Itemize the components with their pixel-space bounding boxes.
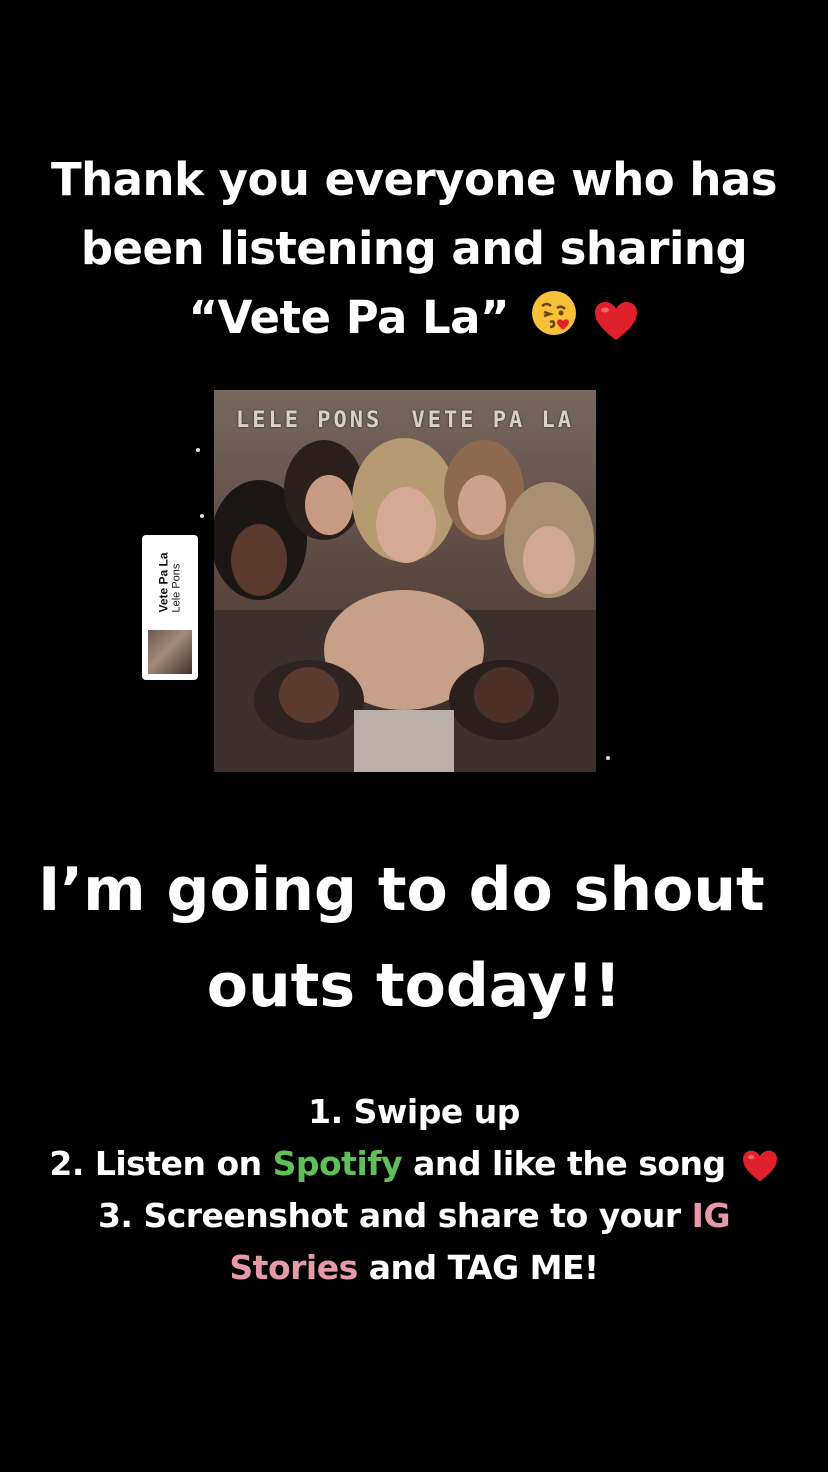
- stories-highlight: Stories: [229, 1248, 358, 1287]
- sticker-artist-name: Lele Pons: [170, 563, 183, 613]
- music-sticker[interactable]: Vete Pa La Lele Pons: [142, 535, 198, 680]
- headline-line-3: “Vete Pa La”: [0, 283, 828, 356]
- kissing-face-icon: [530, 287, 578, 356]
- album-cover-art: [214, 390, 596, 772]
- sticker-album-thumbnail: [148, 630, 192, 674]
- red-heart-icon: [741, 1149, 779, 1183]
- album-title-bar: LELE PONS VETE PA LA: [214, 408, 596, 433]
- album-title-label: VETE PA LA: [411, 408, 574, 433]
- sticker-song-title: Vete Pa La: [156, 551, 171, 613]
- music-sticker-text: Vete Pa La Lele Pons: [148, 541, 192, 623]
- headline: Thank you everyone who has been listenin…: [0, 145, 828, 356]
- sparkle-dot: [606, 756, 610, 760]
- sparkle-dot: [196, 448, 200, 452]
- step-3-suffix: and TAG ME!: [357, 1248, 599, 1287]
- step-2: 2. Listen on Spotify and like the song: [0, 1138, 828, 1190]
- step-3: 3. Screenshot and share to your IG: [0, 1190, 828, 1242]
- step-3-prefix: 3. Screenshot and share to your: [97, 1196, 692, 1235]
- headline-line-1: Thank you everyone who has: [50, 153, 778, 206]
- album-artist-label: LELE PONS: [236, 408, 383, 433]
- instructions: 1. Swipe up 2. Listen on Spotify and lik…: [0, 1086, 828, 1294]
- step-3-continued: Stories and TAG ME!: [0, 1242, 828, 1294]
- album-cover: LELE PONS VETE PA LA: [214, 390, 596, 772]
- step-1: 1. Swipe up: [308, 1092, 520, 1131]
- step-2-suffix: and like the song: [402, 1144, 726, 1183]
- step-2-prefix: 2. Listen on: [49, 1144, 273, 1183]
- sparkle-dot: [200, 514, 204, 518]
- red-heart-icon: [593, 300, 639, 342]
- song-title-quote: “Vete Pa La”: [188, 291, 510, 344]
- headline-line-2: been listening and sharing: [80, 222, 748, 275]
- shoutout-line-1: I’m going to do shout: [38, 855, 765, 925]
- ig-highlight: IG: [691, 1196, 731, 1235]
- shoutout-line-2: outs today!!: [206, 951, 622, 1021]
- spotify-highlight: Spotify: [272, 1144, 403, 1183]
